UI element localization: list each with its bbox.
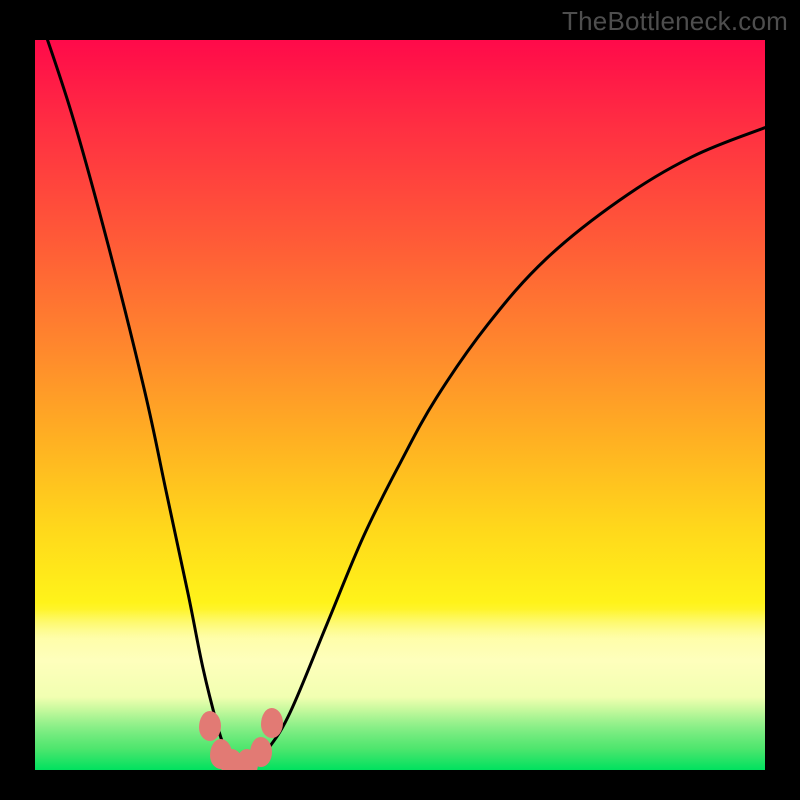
- bottleneck-curve: [35, 40, 765, 770]
- marker-blob: [261, 708, 283, 738]
- watermark-text: TheBottleneck.com: [562, 6, 788, 37]
- curve-svg: [35, 40, 765, 770]
- marker-blob: [250, 737, 272, 767]
- plot-area: [35, 40, 765, 770]
- chart-frame: TheBottleneck.com: [0, 0, 800, 800]
